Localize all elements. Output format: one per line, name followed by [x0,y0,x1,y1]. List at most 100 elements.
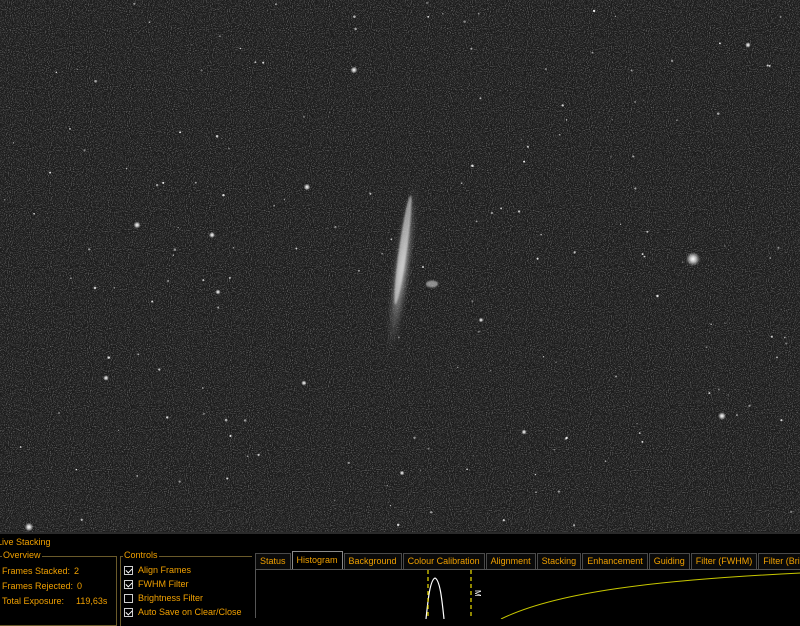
star [179,131,182,134]
align-frames-checkbox[interactable] [124,565,133,575]
star [93,286,97,290]
star [785,342,788,345]
star [643,255,646,258]
star [221,137,223,139]
midtone-marker-label: M [473,590,482,597]
star [421,265,425,269]
star [717,388,720,391]
tab-stacking[interactable]: Stacking [536,553,582,569]
star [413,436,416,439]
star [520,138,522,141]
star [425,1,429,5]
frames-stacked-row: Frames Stacked: 2 [2,566,79,576]
star [540,233,542,236]
tab-alignment[interactable]: Alignment [485,553,536,569]
star [638,432,641,434]
star [770,335,773,338]
star [228,276,231,279]
star [369,192,372,195]
star [777,246,780,249]
tab-histogram[interactable]: Histogram [291,551,343,569]
total-exposure-value: 119,63s [76,596,108,606]
star [475,220,478,223]
star [333,499,336,502]
star [3,198,6,201]
star [565,119,568,121]
star [572,524,576,527]
bright-star [301,380,307,386]
star [12,142,15,144]
star [177,226,179,229]
star [634,100,637,103]
star [471,164,474,168]
fwhm-filter-checkbox[interactable] [124,579,133,589]
star [337,225,339,227]
star [200,69,203,72]
star [302,115,305,118]
star [614,375,618,378]
star [55,71,58,73]
bright-star [133,221,141,229]
brightness-filter-label: Brightness Filter [138,593,204,603]
star [490,211,494,215]
stretch-curve [500,572,800,620]
bright-star [745,42,751,48]
bright-star [103,375,109,381]
frames-stacked-label: Frames Stacked: [2,566,71,576]
star [397,336,400,339]
star [151,300,154,303]
tab-colour-calibration[interactable]: Colour Calibration [402,553,485,569]
star [517,210,521,213]
star [257,453,260,457]
star [630,69,633,72]
star [202,279,205,282]
star [710,323,712,325]
star [283,198,286,201]
star [137,353,140,356]
brightness-filter-toggle[interactable]: Brightness Filter [124,593,203,603]
bright-star [303,183,311,191]
bright-star [521,429,527,435]
star [94,80,97,83]
star [125,167,128,170]
star [381,253,383,255]
star [708,392,711,395]
star [656,294,659,298]
star [470,47,473,50]
tab-status[interactable]: Status [255,553,291,569]
fwhm-filter-toggle[interactable]: FWHM Filter [124,579,189,589]
star [215,135,219,138]
star [429,511,433,514]
star [724,322,726,324]
tab-enhancement[interactable]: Enhancement [582,553,648,569]
tab-background[interactable]: Background [343,553,402,569]
star [610,156,612,158]
star [83,149,86,152]
star [490,370,492,372]
star [641,440,644,443]
align-frames-toggle[interactable]: Align Frames [124,565,191,575]
star [646,230,649,233]
histogram-plot: M [425,570,800,620]
star [58,412,60,414]
star [724,245,726,247]
tab-guiding[interactable]: Guiding [648,553,690,569]
star [334,226,337,229]
star [19,446,22,448]
star [202,387,204,389]
brightness-filter-checkbox[interactable] [124,593,133,603]
stacked-image-viewer[interactable] [0,0,800,532]
histogram-view[interactable]: M [255,569,800,620]
star [389,505,392,507]
auto-save-checkbox[interactable] [124,607,133,617]
tab-filter-fwhm[interactable]: Filter (FWHM) [690,553,758,569]
star [178,480,181,483]
star [217,306,220,309]
bright-star [24,522,34,532]
star [273,204,275,207]
star [353,15,356,18]
tab-filter-brightness[interactable]: Filter (Brightness [758,553,800,569]
star [544,68,547,71]
star [542,356,545,358]
star [779,16,782,18]
